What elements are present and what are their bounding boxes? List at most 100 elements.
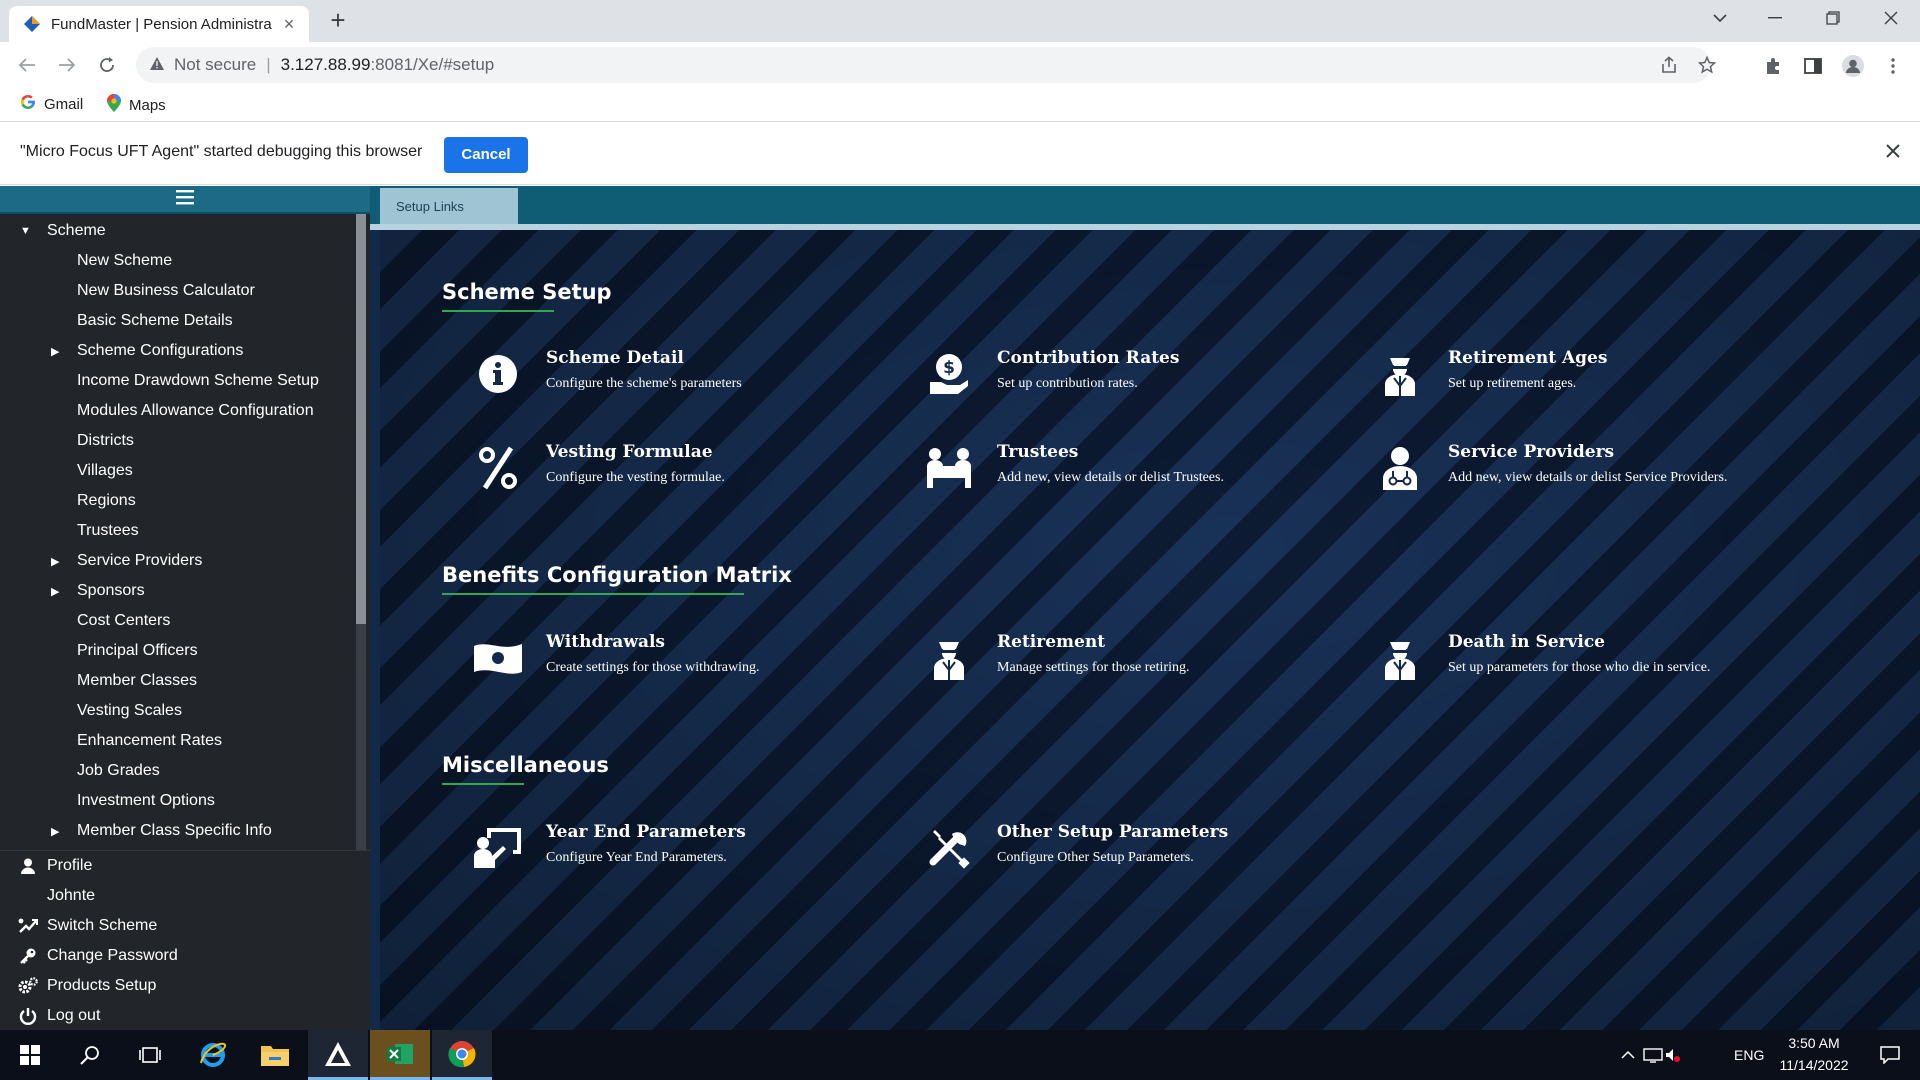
sidebar-item-new-scheme[interactable]: New Scheme [0, 246, 356, 276]
close-tab-icon[interactable]: × [279, 14, 299, 35]
tab-search-icon[interactable] [1700, 0, 1740, 36]
main-tab-strip: Setup Links [370, 186, 1920, 224]
info-icon [470, 346, 526, 402]
change-password-link[interactable]: Change Password [0, 941, 370, 971]
file-explorer-icon[interactable] [245, 1030, 305, 1080]
scrollbar-thumb[interactable] [356, 214, 366, 624]
card-title: Retirement Ages [1448, 348, 1608, 368]
sidebar-item-label: Districts [77, 432, 134, 449]
url-host: 3.127.88.99 [280, 55, 371, 74]
products-setup-link[interactable]: Products Setup [0, 971, 370, 1001]
clock-date[interactable]: 11/14/2022 [1774, 1057, 1854, 1073]
new-tab-icon[interactable]: + [324, 6, 352, 34]
sidebar-item-villages[interactable]: Villages [0, 456, 356, 486]
sidebar-item-sponsors[interactable]: ▶ Sponsors [0, 576, 356, 606]
reload-icon[interactable] [92, 50, 122, 80]
language-indicator[interactable]: ENG [1734, 1047, 1764, 1063]
cancel-debug-button[interactable]: Cancel [444, 137, 528, 173]
sidebar-item-regions[interactable]: Regions [0, 486, 356, 516]
card-title: Contribution Rates [997, 348, 1180, 368]
sidebar-item-job-grades[interactable]: Job Grades [0, 756, 356, 786]
bookmark-gmail[interactable]: Gmail [20, 94, 83, 114]
back-icon[interactable] [12, 50, 42, 80]
browser-toolbar: Not secure | 3.127.88.99 :8081/Xe/#setup [0, 42, 1920, 88]
sidebar-item-scheme[interactable]: ▼ Scheme [0, 216, 356, 246]
sidebar-item-label: Vesting Scales [77, 702, 182, 719]
card-title: Service Providers [1448, 442, 1615, 462]
cogs-icon [18, 977, 38, 995]
card-trustees[interactable]: Trustees Add new, view details or delist… [921, 440, 1341, 510]
sidebar-item-cost-centers[interactable]: Cost Centers [0, 606, 356, 636]
sidebar-item-trustees[interactable]: Trustees [0, 516, 356, 546]
sidebar-item-scheme-configurations[interactable]: ▶ Scheme Configurations [0, 336, 356, 366]
sidebar-item-label: Basic Scheme Details [77, 312, 233, 329]
tray-icons[interactable] [1620, 1030, 1680, 1080]
card-death-in-service[interactable]: Death in Service Set up parameters for t… [1372, 630, 1792, 700]
banknote-icon [470, 630, 526, 686]
address-bar[interactable]: Not secure | 3.127.88.99 :8081/Xe/#setup [136, 47, 1716, 83]
sidebar-item-income-drawdown-scheme-setup[interactable]: Income Drawdown Scheme Setup [0, 366, 356, 396]
restore-icon[interactable] [1813, 0, 1853, 36]
sidebar-item-member-class-specific-info[interactable]: ▶ Member Class Specific Info [0, 816, 356, 846]
card-scheme-detail[interactable]: Scheme Detail Configure the scheme's par… [470, 346, 890, 416]
card-withdrawals[interactable]: Withdrawals Create settings for those wi… [470, 630, 890, 700]
internet-explorer-icon[interactable] [183, 1030, 243, 1080]
power-icon [18, 1007, 38, 1025]
caret-down-icon[interactable]: ▼ [20, 225, 31, 237]
bookmark-maps[interactable]: Maps [107, 94, 166, 116]
card-retirement-ages[interactable]: Retirement Ages Set up retirement ages. [1372, 346, 1792, 416]
minimize-icon[interactable] [1755, 0, 1795, 36]
not-secure-label: Not secure [174, 55, 257, 74]
caret-right-icon[interactable]: ▶ [51, 345, 59, 358]
card-retirement[interactable]: Retirement Manage settings for those ret… [921, 630, 1341, 700]
card-title: Scheme Detail [546, 348, 684, 368]
card-desc: Configure the vesting formulae. [546, 470, 725, 485]
fundmaster-app-icon[interactable] [308, 1030, 368, 1080]
sidebar-item-label: Regions [77, 492, 136, 509]
hamburger-icon[interactable] [176, 189, 194, 210]
search-icon[interactable] [60, 1030, 120, 1080]
card-service-providers[interactable]: Service Providers Add new, view details … [1372, 440, 1792, 510]
card-other-setup-parameters[interactable]: Other Setup Parameters Configure Other S… [921, 820, 1341, 890]
switch-scheme-link[interactable]: Switch Scheme [0, 911, 370, 941]
sidebar-item-basic-scheme-details[interactable]: Basic Scheme Details [0, 306, 356, 336]
sidebar-item-principal-officers[interactable]: Principal Officers [0, 636, 356, 666]
sidebar-item-districts[interactable]: Districts [0, 426, 356, 456]
card-title: Trustees [997, 442, 1079, 462]
side-panel-icon[interactable] [1802, 55, 1824, 77]
task-view-icon[interactable] [120, 1030, 180, 1080]
sidebar-item-modules-allowance-configuration[interactable]: Modules Allowance Configuration [0, 396, 356, 426]
windows-start-icon[interactable] [0, 1030, 60, 1080]
sidebar-item-vesting-scales[interactable]: Vesting Scales [0, 696, 356, 726]
notifications-icon[interactable] [1860, 1030, 1920, 1080]
chrome-menu-icon[interactable] [1882, 55, 1904, 77]
profile-link[interactable]: Profile [0, 851, 370, 881]
close-infobar-icon[interactable] [1886, 141, 1900, 164]
excel-icon[interactable] [370, 1030, 430, 1080]
share-icon[interactable] [1660, 47, 1678, 83]
profile-avatar-icon[interactable] [1842, 55, 1864, 77]
card-contribution-rates[interactable]: $ Contribution Rates Set up contribution… [921, 346, 1341, 416]
close-window-icon[interactable] [1871, 0, 1911, 36]
sidebar-item-service-providers[interactable]: ▶ Service Providers [0, 546, 356, 576]
fundmaster-favicon [23, 15, 41, 33]
clock-time[interactable]: 3:50 AM [1784, 1035, 1844, 1051]
logout-link[interactable]: Log out [0, 1001, 370, 1031]
caret-right-icon[interactable]: ▶ [51, 585, 59, 598]
sidebar-item-new-business-calculator[interactable]: New Business Calculator [0, 276, 356, 306]
sidebar-item-investment-options[interactable]: Investment Options [0, 786, 356, 816]
browser-tab[interactable]: FundMaster | Pension Administra × [9, 6, 309, 42]
caret-right-icon[interactable]: ▶ [51, 555, 59, 568]
extensions-icon[interactable] [1762, 55, 1784, 77]
card-year-end-parameters[interactable]: Year End Parameters Configure Year End P… [470, 820, 890, 890]
chrome-icon[interactable] [432, 1030, 492, 1080]
presenter-icon [470, 820, 526, 876]
caret-right-icon[interactable]: ▶ [51, 825, 59, 838]
money-hand-icon: $ [921, 346, 977, 402]
bookmark-star-icon[interactable] [1698, 47, 1716, 83]
sidebar-item-member-classes[interactable]: Member Classes [0, 666, 356, 696]
tab-setup-links[interactable]: Setup Links [380, 188, 518, 224]
sidebar-item-enhancement-rates[interactable]: Enhancement Rates [0, 726, 356, 756]
forward-icon[interactable] [52, 50, 82, 80]
card-vesting-formulae[interactable]: Vesting Formulae Configure the vesting f… [470, 440, 890, 510]
